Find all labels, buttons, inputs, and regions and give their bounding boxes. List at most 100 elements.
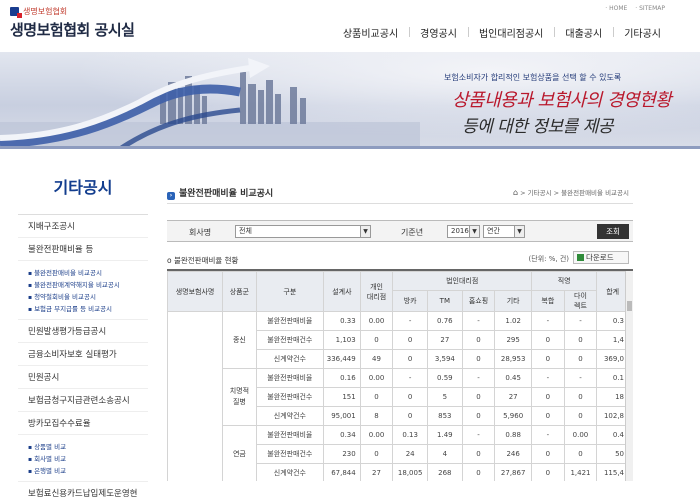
home-link[interactable]: · HOME xyxy=(605,5,627,12)
sidebar-submenu-bancassurance: 상품별 비교 회사별 비교 은행별 비교 xyxy=(18,435,148,482)
value-cell: 0.4 xyxy=(596,425,629,445)
value-cell: - xyxy=(392,311,428,331)
value-cell: 0 xyxy=(461,330,496,350)
nav-item-loan[interactable]: 대출공시 xyxy=(554,25,613,40)
sidebar-subitem[interactable]: 은행별 비교 xyxy=(28,464,148,476)
sidebar-subitem[interactable]: 보험금 부지급률 등 비교공시 xyxy=(28,302,148,314)
main-content: › 불완전판매비율 비교공시 ⌂ > 기타공시 > 불완전판매비율 비교공시 회사… xyxy=(167,160,633,481)
sidebar-subitem[interactable]: 불완전판매계약해지율 비교공시 xyxy=(28,278,148,290)
value-cell: 3,594 xyxy=(427,349,463,369)
nav-item-agency[interactable]: 법인대리점공시 xyxy=(467,25,554,40)
value-cell: 230 xyxy=(323,444,361,464)
kind-cell: 불완전판매건수 xyxy=(255,330,325,350)
kind-cell: 신계약건수 xyxy=(255,463,325,481)
value-cell: 27 xyxy=(427,330,463,350)
scrollbar-thumb[interactable] xyxy=(627,301,632,311)
sidebar-item-consumer-protection[interactable]: 금융소비자보호 실태평가 xyxy=(18,343,148,366)
header-individual: 개인 대리점 xyxy=(359,271,394,312)
breadcrumb-item: > 불완전판매비율 비교공시 xyxy=(553,189,629,197)
search-button[interactable]: 조회 xyxy=(597,224,629,239)
table-row: 종신 불완전판매비율 0.33 0.00-0.76-1.02- -0.3 xyxy=(167,311,629,481)
value-cell: 102,8 xyxy=(596,406,629,426)
data-table: 생명보험사명 상품군 구분 설계사 개인 대리점 법인대리점 직영 합계 방카 … xyxy=(167,271,629,481)
header-etc: 기타 xyxy=(494,290,533,312)
value-cell: 0 xyxy=(359,444,394,464)
value-cell: 853 xyxy=(427,406,463,426)
company-cell xyxy=(167,311,224,481)
value-cell: 0.00 xyxy=(359,311,394,331)
sidebar-item-governance[interactable]: 지배구조공시 xyxy=(18,215,148,238)
sidebar-item-complaint[interactable]: 민원공시 xyxy=(18,366,148,389)
kind-cell: 불완전판매비율 xyxy=(255,425,325,445)
value-cell: 1,4 xyxy=(596,330,629,350)
value-cell: 18 xyxy=(596,387,629,407)
value-cell: 246 xyxy=(494,444,533,464)
group-cell: 치명적 질병 xyxy=(222,368,257,426)
value-cell: 95,001 xyxy=(323,406,361,426)
chevron-down-icon: ▼ xyxy=(360,226,370,237)
value-cell: 0 xyxy=(563,444,598,464)
value-cell: 0.3 xyxy=(596,311,629,331)
value-cell: 18,005 xyxy=(392,463,428,481)
logo-mark-icon xyxy=(10,7,22,18)
logo-title: 생명보험협회 공시실 xyxy=(10,21,135,39)
sidebar-item-lawsuit[interactable]: 보험금청구지급관련소송공시 xyxy=(18,389,148,412)
value-cell: 24 xyxy=(392,444,428,464)
header-group: 상품군 xyxy=(222,271,257,312)
value-cell: 0.00 xyxy=(359,368,394,388)
table-scrollbar[interactable] xyxy=(625,271,633,481)
header-kind: 구분 xyxy=(255,271,325,312)
sidebar-subitem[interactable]: 불완전판매비율 비교공시 xyxy=(28,266,148,278)
sidebar-item-complaint-grade[interactable]: 민원발생평가등급공시 xyxy=(18,320,148,343)
kind-cell: 불완전판매비율 xyxy=(255,311,325,331)
value-cell: 4 xyxy=(427,444,463,464)
value-cell: 0 xyxy=(531,349,565,369)
value-cell: 0.16 xyxy=(323,368,361,388)
header-total: 합계 xyxy=(596,271,629,312)
value-cell: 1.49 xyxy=(427,425,463,445)
kind-cell: 불완전판매비율 xyxy=(255,368,325,388)
period-label: 기준년 xyxy=(401,228,424,237)
value-cell: 0 xyxy=(461,463,496,481)
page-title: › 불완전판매비율 비교공시 xyxy=(167,186,273,200)
title-bullet-icon: › xyxy=(167,192,175,200)
sidebar-item-misselling[interactable]: 불완전판매비율 등 xyxy=(18,238,148,261)
value-cell: 0.34 xyxy=(323,425,361,445)
value-cell: 1,421 xyxy=(563,463,598,481)
company-select[interactable]: 전체 ▼ xyxy=(235,225,371,238)
value-cell: 0 xyxy=(461,387,496,407)
data-table-scroll[interactable]: 생명보험사명 상품군 구분 설계사 개인 대리점 법인대리점 직영 합계 방카 … xyxy=(167,269,633,481)
sitemap-link[interactable]: · SITEMAP xyxy=(635,5,665,12)
header-corp: 법인대리점 xyxy=(392,271,533,291)
sidebar-subitem[interactable]: 청약철회비율 비교공시 xyxy=(28,290,148,302)
period-select[interactable]: 연간 ▼ xyxy=(483,225,525,238)
nav-item-other[interactable]: 기타공시 xyxy=(613,25,672,40)
value-cell: 295 xyxy=(494,330,533,350)
header-mixed: 복합 xyxy=(531,290,565,312)
sidebar-item-card-payment[interactable]: 보험료신용카드납입제도운영현 xyxy=(18,482,148,497)
nav-item-product[interactable]: 상품비교공시 xyxy=(332,25,409,40)
breadcrumb-item[interactable]: > 기타공시 xyxy=(520,189,551,197)
banner-headline-2: 등에 대한 정보를 제공 xyxy=(462,117,613,137)
sidebar-subitem[interactable]: 회사별 비교 xyxy=(28,452,148,464)
header-bank: 방카 xyxy=(392,290,428,312)
value-cell: 0 xyxy=(531,330,565,350)
sidebar-subitem[interactable]: 상품별 비교 xyxy=(28,440,148,452)
kind-cell: 불완전판매건수 xyxy=(255,387,325,407)
group-cell: 연금 xyxy=(222,425,257,481)
sidebar-item-bancassurance[interactable]: 방카모집수수료율 xyxy=(18,412,148,435)
value-cell: 0 xyxy=(392,387,428,407)
site-header: 생명보험협회 생명보험협회 공시실 · HOME · SITEMAP 상품비교공… xyxy=(0,0,700,52)
download-button[interactable]: 다운로드 xyxy=(573,251,629,264)
value-cell: 0.59 xyxy=(427,368,463,388)
value-cell: 0 xyxy=(461,349,496,369)
home-icon[interactable]: ⌂ xyxy=(513,188,518,197)
value-cell: 336,449 xyxy=(323,349,361,369)
value-cell: 0 xyxy=(563,387,598,407)
nav-item-management[interactable]: 경영공시 xyxy=(409,25,468,40)
table-row: 연금 불완전판매비율 0.34 0.00 0.13 1.49-0.88-0.00 0.4 xyxy=(168,425,629,481)
value-cell: 115,4 xyxy=(596,463,629,481)
site-logo[interactable]: 생명보험협회 생명보험협회 공시실 xyxy=(10,6,135,40)
banner-subtext: 보험소비자가 합리적인 보험상품을 선택 할 수 있도록 xyxy=(444,73,622,82)
year-select[interactable]: 2016 ▼ xyxy=(447,225,480,238)
